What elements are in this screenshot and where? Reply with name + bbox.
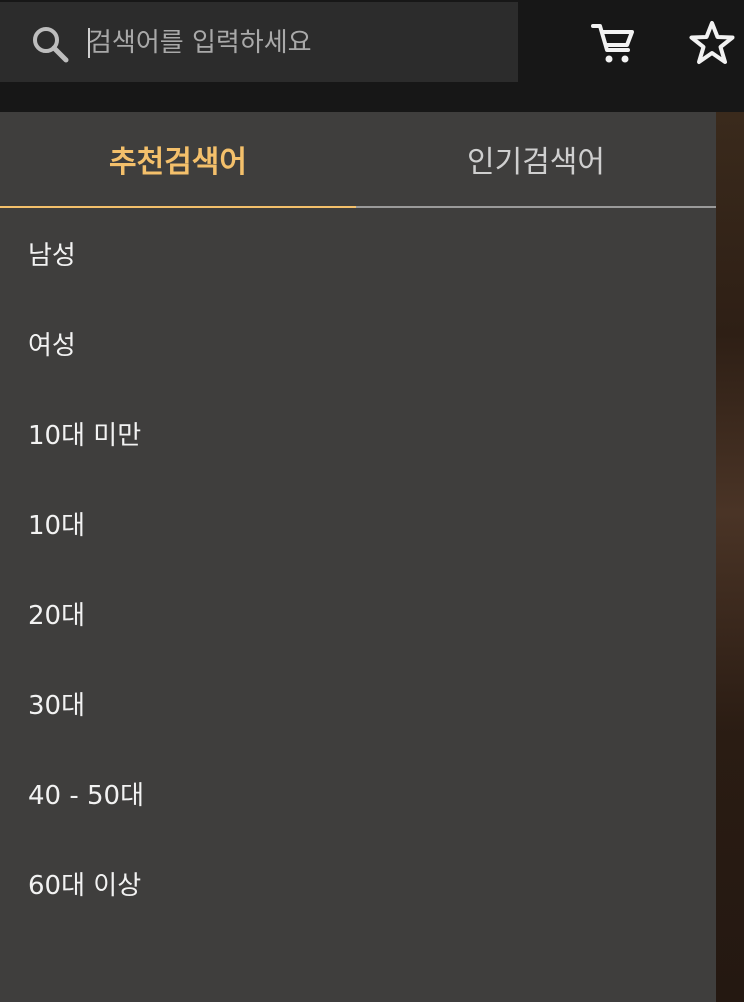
list-item[interactable]: 여성 — [0, 298, 716, 388]
suggestion-list: 남성 여성 10대 미만 10대 20대 30대 40 - 50대 60대 이상 — [0, 208, 716, 928]
list-item[interactable]: 30대 — [0, 658, 716, 748]
list-item[interactable]: 20대 — [0, 568, 716, 658]
search-box[interactable] — [0, 2, 518, 82]
cart-icon[interactable] — [590, 20, 636, 66]
list-item[interactable]: 남성 — [0, 208, 716, 298]
list-item[interactable]: 10대 — [0, 478, 716, 568]
page: 추천검색어 인기검색어 남성 여성 10대 미만 10대 20대 30대 40 … — [0, 0, 744, 1002]
tab-popular[interactable]: 인기검색어 — [356, 112, 716, 208]
list-item[interactable]: 10대 미만 — [0, 388, 716, 478]
background-image — [716, 112, 744, 1002]
search-input[interactable] — [88, 22, 498, 64]
list-item[interactable]: 60대 이상 — [0, 838, 716, 928]
list-item[interactable]: 40 - 50대 — [0, 748, 716, 838]
search-suggestion-panel: 추천검색어 인기검색어 남성 여성 10대 미만 10대 20대 30대 40 … — [0, 112, 716, 1002]
star-icon[interactable] — [688, 20, 736, 66]
tab-recommended[interactable]: 추천검색어 — [0, 112, 356, 208]
search-icon[interactable] — [30, 24, 70, 64]
top-bar — [0, 0, 744, 112]
suggestion-tabs: 추천검색어 인기검색어 — [0, 112, 716, 208]
